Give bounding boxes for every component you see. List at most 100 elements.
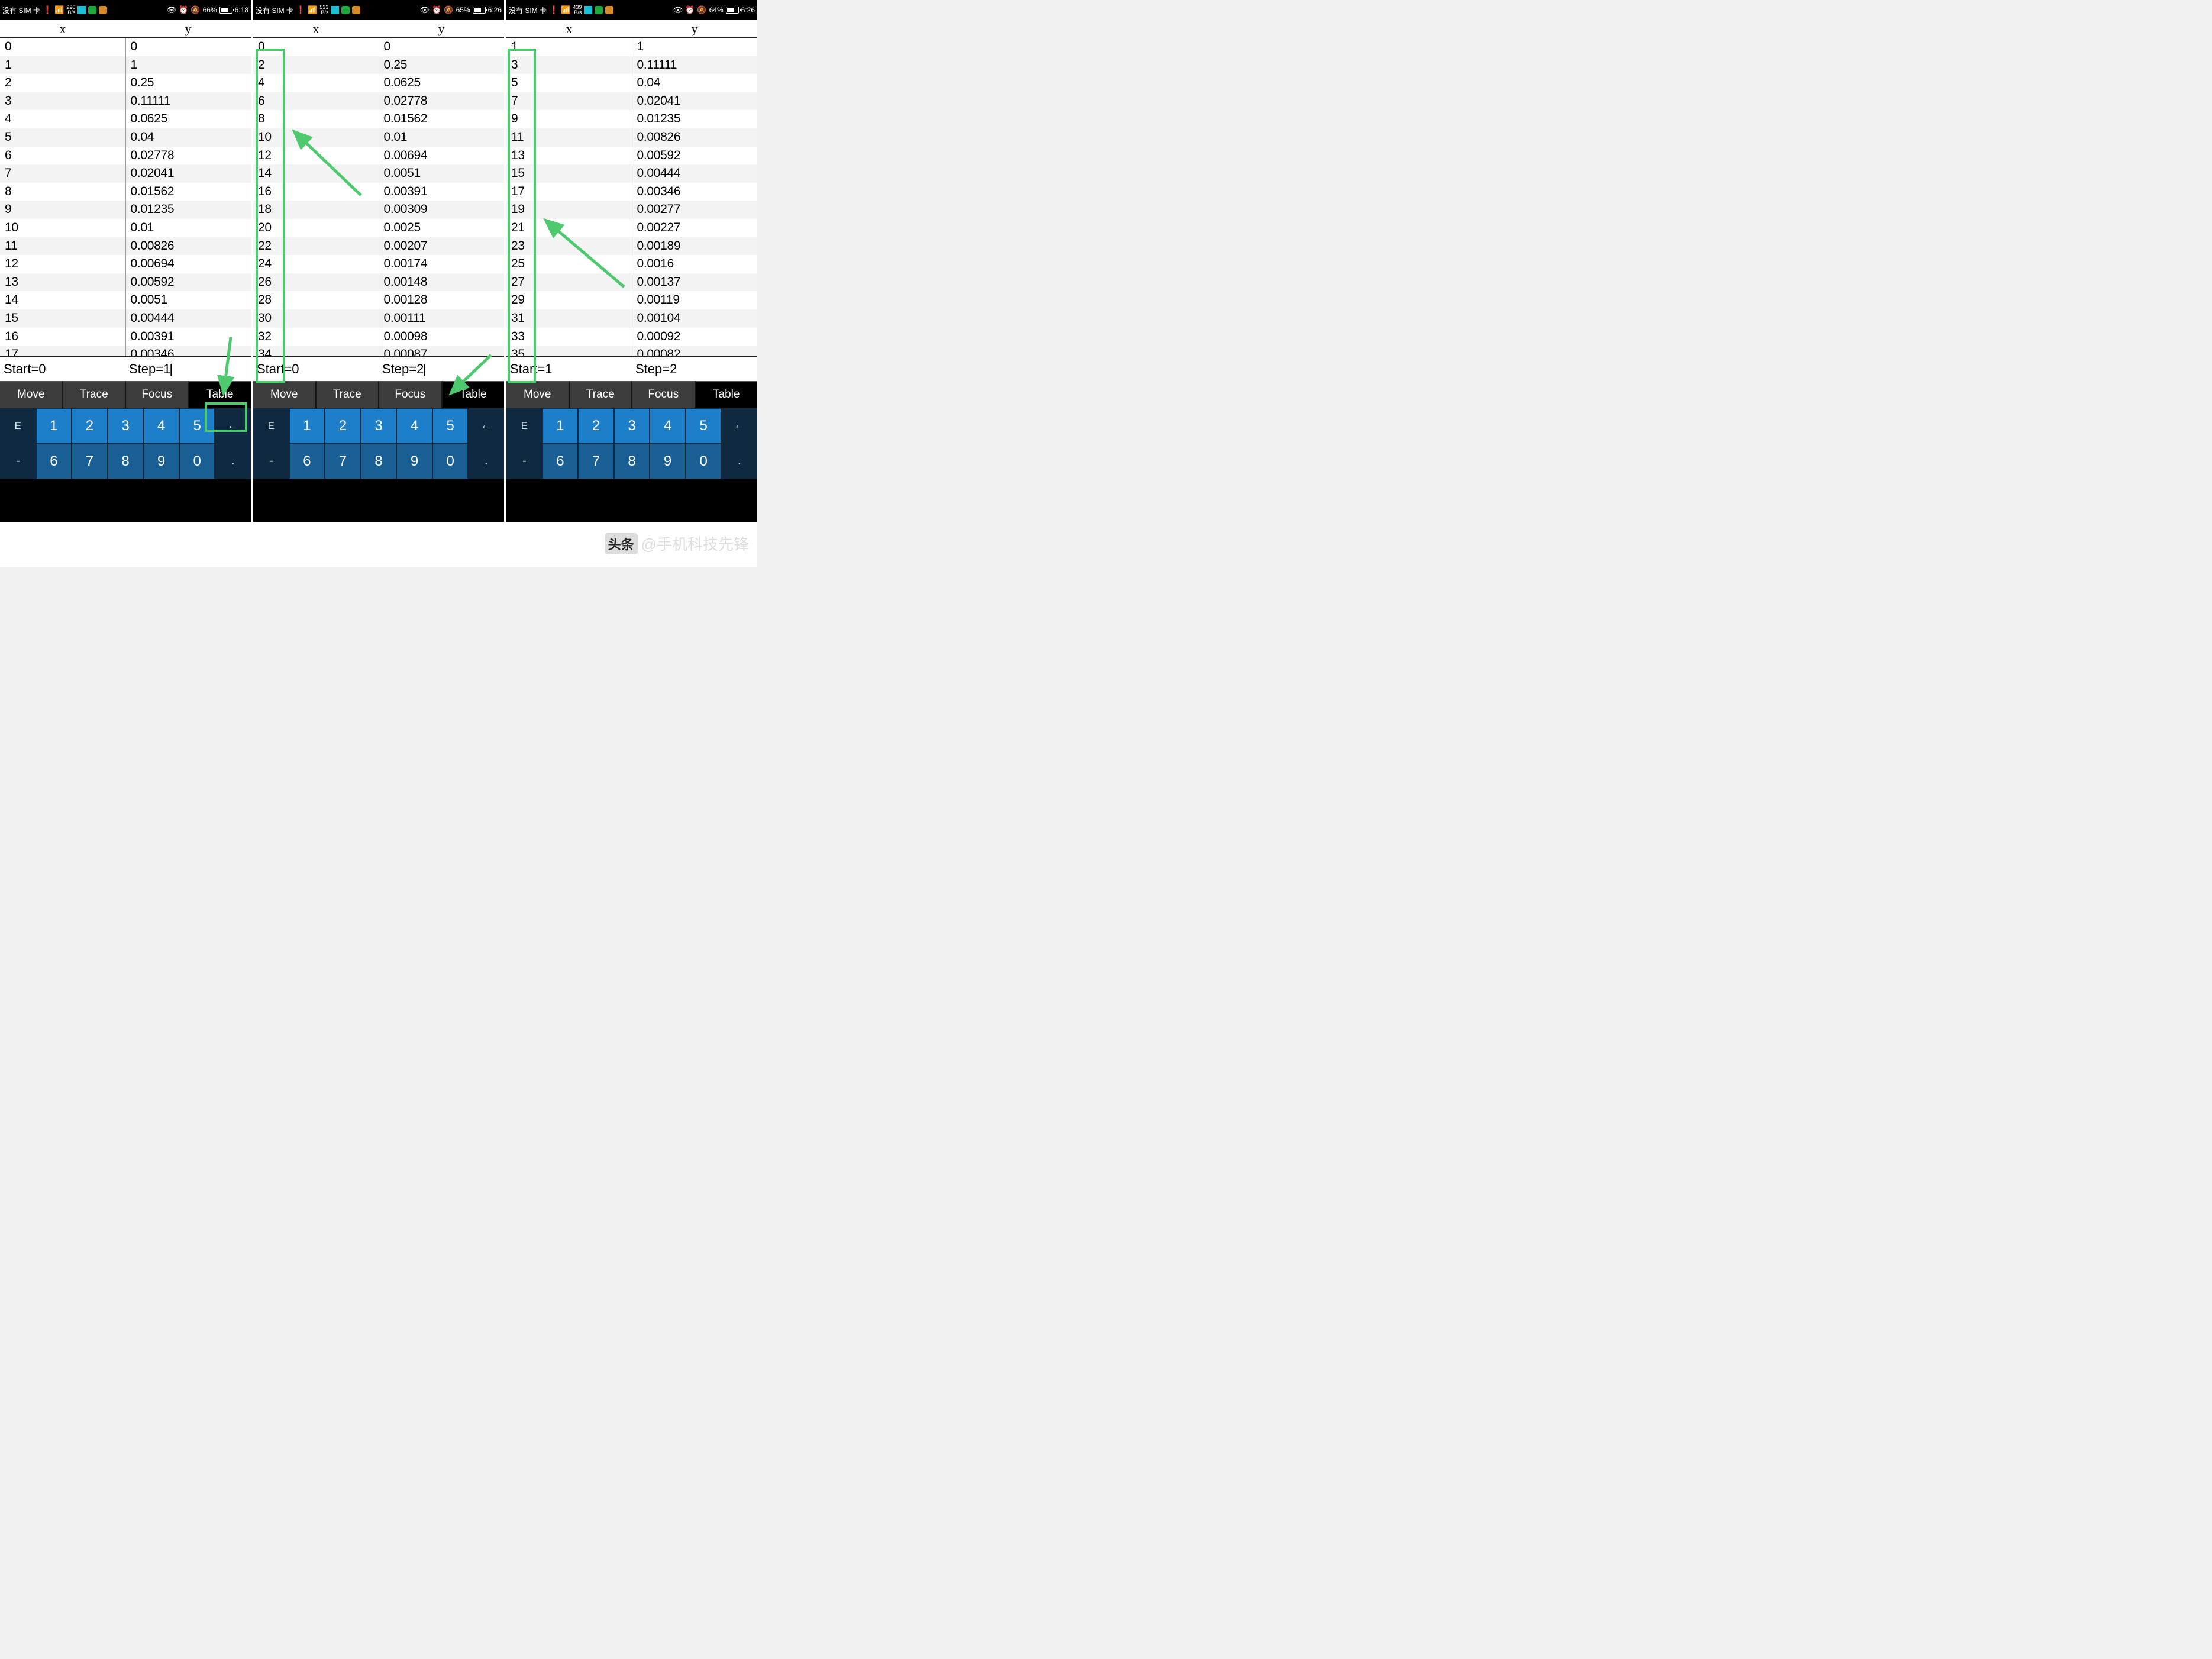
key-7[interactable]: 7: [72, 444, 108, 479]
step-value[interactable]: Step=1: [125, 362, 251, 377]
cell-x: 14: [253, 164, 379, 183]
start-step-bar: Start=0Step=2: [253, 356, 504, 381]
key-5[interactable]: 5: [686, 408, 722, 444]
key-4[interactable]: 4: [396, 408, 432, 444]
key-5[interactable]: 5: [432, 408, 469, 444]
key-3[interactable]: 3: [614, 408, 650, 444]
key-6[interactable]: 6: [542, 444, 579, 479]
cell-y: 0.01: [126, 219, 251, 237]
tab-trace[interactable]: Trace: [570, 381, 633, 408]
key-.[interactable]: .: [721, 444, 757, 479]
tab-focus[interactable]: Focus: [632, 381, 696, 408]
key-7[interactable]: 7: [325, 444, 361, 479]
key-0[interactable]: 0: [179, 444, 215, 479]
cell-x: 15: [506, 164, 632, 183]
status-bar: 没有 SIM 卡❗📶533B/s👁⏰🔕65%6:26: [253, 0, 504, 20]
key--[interactable]: -: [0, 444, 36, 479]
start-value[interactable]: Start=0: [253, 362, 379, 377]
app-icon-1: [584, 6, 592, 14]
key-E[interactable]: E: [506, 408, 542, 444]
cell-x: 12: [253, 147, 379, 165]
header-y: y: [632, 20, 757, 37]
cell-x: 13: [506, 147, 632, 165]
step-value[interactable]: Step=2: [379, 362, 504, 377]
key-1[interactable]: 1: [289, 408, 325, 444]
key-6[interactable]: 6: [289, 444, 325, 479]
key-9[interactable]: 9: [143, 444, 179, 479]
mode-tabs: MoveTraceFocusTable: [506, 381, 757, 408]
key-2[interactable]: 2: [578, 408, 614, 444]
key-9[interactable]: 9: [650, 444, 686, 479]
keypad-footer: [506, 479, 757, 522]
key-←[interactable]: ←: [468, 408, 504, 444]
table-body[interactable]: 001120.2530.1111140.062550.0460.0277870.…: [0, 38, 251, 356]
cell-y: 0.11111: [632, 56, 758, 75]
key-5[interactable]: 5: [179, 408, 215, 444]
cell-x: 7: [0, 164, 126, 183]
key-.[interactable]: .: [215, 444, 251, 479]
tab-focus[interactable]: Focus: [379, 381, 443, 408]
key-1[interactable]: 1: [542, 408, 579, 444]
alarm-icon: ⏰: [685, 5, 695, 15]
key-4[interactable]: 4: [650, 408, 686, 444]
key-8[interactable]: 8: [361, 444, 397, 479]
tab-move[interactable]: Move: [0, 381, 63, 408]
cell-x: 31: [506, 309, 632, 328]
cell-y: 0.00391: [379, 183, 505, 201]
cell-x: 34: [253, 346, 379, 356]
tab-table[interactable]: Table: [189, 381, 251, 408]
key--[interactable]: -: [253, 444, 289, 479]
cell-y: 1: [126, 56, 251, 75]
key-0[interactable]: 0: [686, 444, 722, 479]
cell-x: 19: [506, 201, 632, 219]
cell-y: 0.01562: [126, 183, 251, 201]
key-0[interactable]: 0: [432, 444, 469, 479]
cell-x: 9: [0, 201, 126, 219]
key--[interactable]: -: [506, 444, 542, 479]
start-value[interactable]: Start=0: [0, 362, 125, 377]
cell-x: 2: [0, 74, 126, 92]
key-6[interactable]: 6: [36, 444, 72, 479]
key-←[interactable]: ←: [215, 408, 251, 444]
key-7[interactable]: 7: [578, 444, 614, 479]
key-2[interactable]: 2: [325, 408, 361, 444]
cell-y: 0.00128: [379, 291, 505, 309]
key-3[interactable]: 3: [108, 408, 144, 444]
tab-table[interactable]: Table: [696, 381, 758, 408]
step-value[interactable]: Step=2: [632, 362, 757, 377]
key-4[interactable]: 4: [143, 408, 179, 444]
cell-y: 0.00309: [379, 201, 505, 219]
tab-trace[interactable]: Trace: [63, 381, 127, 408]
eye-icon: 👁: [673, 5, 683, 15]
tab-trace[interactable]: Trace: [317, 381, 380, 408]
sim-status: 没有 SIM 卡: [2, 5, 40, 15]
key-1[interactable]: 1: [36, 408, 72, 444]
key-9[interactable]: 9: [396, 444, 432, 479]
key-8[interactable]: 8: [614, 444, 650, 479]
table-body[interactable]: 0020.2540.062560.0277880.01562100.01120.…: [253, 38, 504, 356]
key-.[interactable]: .: [468, 444, 504, 479]
key-←[interactable]: ←: [721, 408, 757, 444]
table-body[interactable]: 1130.1111150.0470.0204190.01235110.00826…: [506, 38, 757, 356]
table-header: xy: [253, 20, 504, 38]
tab-focus[interactable]: Focus: [126, 381, 189, 408]
key-E[interactable]: E: [253, 408, 289, 444]
cell-x: 28: [253, 291, 379, 309]
battery-percent: 66%: [203, 6, 217, 14]
battery-icon: [219, 7, 232, 14]
key-3[interactable]: 3: [361, 408, 397, 444]
key-2[interactable]: 2: [72, 408, 108, 444]
numeric-keypad: E12345← -67890.: [0, 408, 251, 479]
app-icon-2: [88, 6, 96, 14]
tab-table[interactable]: Table: [443, 381, 505, 408]
key-E[interactable]: E: [0, 408, 36, 444]
watermark: 头条 @手机科技先锋: [605, 532, 749, 554]
key-8[interactable]: 8: [108, 444, 144, 479]
cell-y: 0.02778: [126, 147, 251, 165]
start-value[interactable]: Start=1: [506, 362, 632, 377]
tab-move[interactable]: Move: [253, 381, 317, 408]
tab-move[interactable]: Move: [506, 381, 570, 408]
cell-y: 0.00826: [632, 128, 758, 147]
cell-x: 21: [506, 219, 632, 237]
cell-y: 0.00111: [379, 309, 505, 328]
